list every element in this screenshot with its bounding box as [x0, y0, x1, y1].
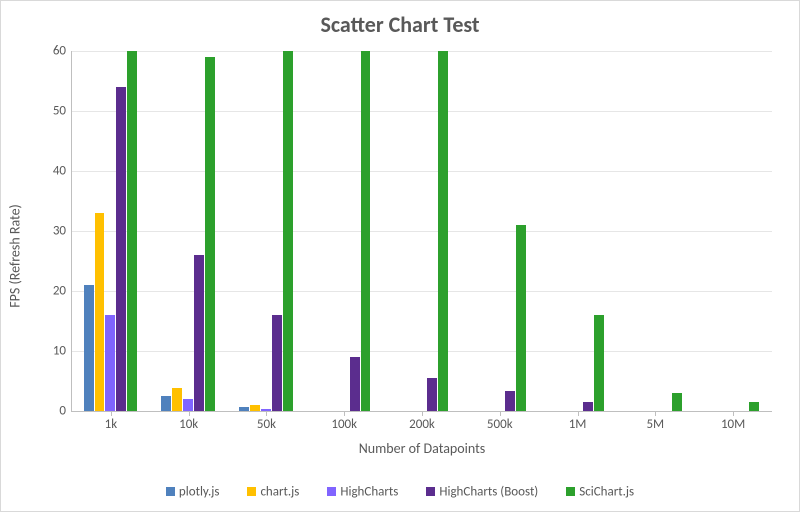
- legend-swatch: [327, 487, 336, 496]
- legend-label: plotly.js: [179, 484, 220, 499]
- bar: [672, 393, 682, 411]
- plot-area: Number of Datapoints 01020304050601k10k5…: [71, 51, 772, 412]
- x-tick-label: 1M: [569, 411, 587, 432]
- bar: [272, 315, 282, 411]
- gridline: [72, 291, 772, 292]
- legend-swatch: [566, 487, 575, 496]
- bar: [283, 51, 293, 411]
- legend-label: SciChart.js: [579, 484, 634, 499]
- y-tick-label: 40: [36, 164, 72, 179]
- bar: [427, 378, 437, 411]
- bar: [183, 399, 193, 411]
- bar: [250, 405, 260, 411]
- y-tick-label: 60: [36, 44, 72, 59]
- bar: [194, 255, 204, 411]
- legend-item: HighCharts (Boost): [426, 484, 538, 499]
- bar: [84, 285, 94, 411]
- legend-item: HighCharts: [327, 484, 398, 499]
- bar: [116, 87, 126, 411]
- legend: plotly.js chart.js HighCharts HighCharts (B…: [1, 484, 799, 499]
- gridline: [72, 171, 772, 172]
- bar: [361, 51, 371, 411]
- bar: [261, 409, 271, 411]
- y-tick-label: 30: [36, 224, 72, 239]
- bar: [172, 388, 182, 411]
- bar: [505, 391, 515, 411]
- bar: [205, 57, 215, 411]
- chart-title: Scatter Chart Test: [1, 11, 799, 38]
- bar: [95, 213, 105, 411]
- y-tick-label: 10: [36, 344, 72, 359]
- bar: [583, 402, 593, 411]
- gridline: [72, 111, 772, 112]
- x-tick-label: 5M: [646, 411, 664, 432]
- legend-swatch: [426, 487, 435, 496]
- x-axis-label: Number of Datapoints: [359, 440, 486, 457]
- gridline: [72, 231, 772, 232]
- legend-swatch: [166, 487, 175, 496]
- y-tick-label: 50: [36, 104, 72, 119]
- gridline: [72, 351, 772, 352]
- legend-label: HighCharts (Boost): [439, 484, 538, 499]
- x-tick-label: 200k: [409, 411, 435, 432]
- x-tick-label: 10M: [721, 411, 745, 432]
- bar: [749, 402, 759, 411]
- gridline: [72, 51, 772, 52]
- bar: [239, 407, 249, 411]
- x-tick-label: 1k: [105, 411, 118, 432]
- legend-label: HighCharts: [340, 484, 398, 499]
- x-tick-label: 500k: [487, 411, 513, 432]
- x-tick-label: 100k: [331, 411, 357, 432]
- legend-item: plotly.js: [166, 484, 220, 499]
- chart-container: Scatter Chart Test FPS (Refresh Rate) Nu…: [0, 0, 800, 512]
- legend-label: chart.js: [260, 484, 299, 499]
- bar: [127, 51, 137, 411]
- x-tick-label: 50k: [257, 411, 276, 432]
- y-tick-label: 20: [36, 284, 72, 299]
- bar: [350, 357, 360, 411]
- bar: [516, 225, 526, 411]
- bar: [161, 396, 171, 411]
- bar: [438, 51, 448, 411]
- bar: [105, 315, 115, 411]
- y-tick-label: 0: [36, 404, 72, 419]
- bar: [594, 315, 604, 411]
- legend-item: SciChart.js: [566, 484, 634, 499]
- y-axis-label: FPS (Refresh Rate): [7, 204, 24, 308]
- x-tick-label: 10k: [179, 411, 198, 432]
- legend-swatch: [247, 487, 256, 496]
- legend-item: chart.js: [247, 484, 299, 499]
